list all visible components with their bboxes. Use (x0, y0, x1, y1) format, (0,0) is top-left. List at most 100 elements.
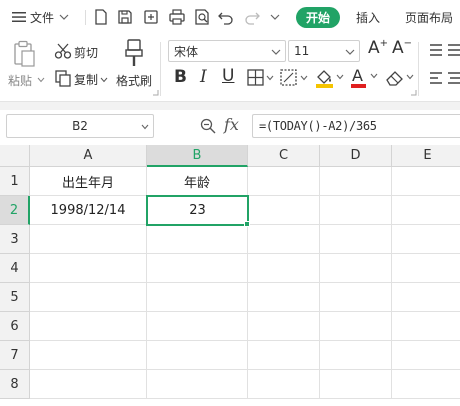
increase-font-size-button[interactable]: A+ (368, 38, 388, 58)
cell-d6[interactable] (320, 312, 392, 341)
align-left-icon[interactable] (428, 70, 460, 88)
cell-d2[interactable] (320, 196, 392, 225)
zoom-search-icon[interactable] (199, 117, 217, 135)
bold-button[interactable]: B (174, 67, 187, 87)
underline-button[interactable]: U (222, 66, 234, 86)
italic-button[interactable]: I (200, 67, 207, 87)
row-header-6[interactable]: 6 (0, 312, 30, 341)
borders-button[interactable] (247, 69, 275, 87)
column-header-b[interactable]: B (147, 145, 248, 167)
row-header-5[interactable]: 5 (0, 283, 30, 312)
format-painter-button[interactable]: 格式刷 (116, 72, 152, 89)
align-top-icon[interactable] (428, 42, 460, 60)
fill-color-button[interactable] (314, 67, 346, 89)
cell-d4[interactable] (320, 254, 392, 283)
cell-c8[interactable] (248, 370, 320, 399)
row-header-3[interactable]: 3 (0, 225, 30, 254)
cell-e2[interactable] (392, 196, 460, 225)
cell-e7[interactable] (392, 341, 460, 370)
cell-b6[interactable] (147, 312, 248, 341)
cell-e3[interactable] (392, 225, 460, 254)
cell-d8[interactable] (320, 370, 392, 399)
cell-d7[interactable] (320, 341, 392, 370)
select-all-corner[interactable] (0, 145, 30, 167)
cell-a1[interactable]: 出生年月 (30, 167, 147, 196)
save-icon[interactable] (116, 8, 134, 26)
cell-b4[interactable] (147, 254, 248, 283)
cell-d5[interactable] (320, 283, 392, 312)
cell-c7[interactable] (248, 341, 320, 370)
column-header-d[interactable]: D (320, 145, 392, 167)
copy-icon[interactable] (54, 69, 72, 87)
cell-b7[interactable] (147, 341, 248, 370)
column-header-e[interactable]: E (392, 145, 460, 167)
cell-e4[interactable] (392, 254, 460, 283)
paste-icon[interactable] (12, 40, 38, 68)
print-icon[interactable] (168, 8, 186, 26)
new-document-icon[interactable] (92, 8, 110, 26)
cell-e6[interactable] (392, 312, 460, 341)
cell-a8[interactable] (30, 370, 147, 399)
cell-e8[interactable] (392, 370, 460, 399)
font-color-button[interactable]: A (350, 66, 382, 90)
paste-button[interactable]: 粘贴 (8, 72, 32, 89)
cell-a7[interactable] (30, 341, 147, 370)
export-pdf-icon[interactable] (142, 8, 160, 26)
print-preview-icon[interactable] (193, 8, 211, 26)
file-menu[interactable]: 文件 (12, 0, 69, 34)
undo-icon[interactable] (217, 8, 235, 26)
cell-a4[interactable] (30, 254, 147, 283)
cell-c4[interactable] (248, 254, 320, 283)
quick-access-dropdown-icon[interactable] (266, 8, 284, 26)
cut-button[interactable]: 剪切 (74, 44, 98, 61)
font-name-select[interactable]: 宋体 (168, 40, 286, 62)
row-header-4[interactable]: 4 (0, 254, 30, 283)
cell-c5[interactable] (248, 283, 320, 312)
name-box[interactable]: B2 (6, 114, 154, 138)
font-color-swatch (351, 84, 366, 88)
cell-a3[interactable] (30, 225, 147, 254)
column-header-a[interactable]: A (30, 145, 147, 167)
copy-button[interactable]: 复制 (74, 71, 98, 88)
font-size-select[interactable]: 11 (288, 40, 360, 62)
redo-icon[interactable] (243, 8, 261, 26)
cell-a2[interactable]: 1998/12/14 (30, 196, 147, 225)
cell-c2[interactable] (248, 196, 320, 225)
cell-c3[interactable] (248, 225, 320, 254)
cell-b3[interactable] (147, 225, 248, 254)
cell-b2-active[interactable]: 23 (146, 195, 249, 226)
font-group-expand-icon[interactable] (411, 90, 417, 96)
scissors-icon[interactable] (54, 42, 72, 60)
tab-insert[interactable]: 插入 (356, 0, 380, 34)
cell-d3[interactable] (320, 225, 392, 254)
cell-a6[interactable] (30, 312, 147, 341)
cell-c6[interactable] (248, 312, 320, 341)
cell-b1[interactable]: 年龄 (147, 167, 248, 196)
insert-function-button[interactable]: fx (224, 115, 239, 134)
tab-page-layout[interactable]: 页面布局 (405, 0, 453, 34)
cell-a5[interactable] (30, 283, 147, 312)
cell-b5[interactable] (147, 283, 248, 312)
format-painter-icon[interactable] (122, 38, 146, 68)
file-menu-label: 文件 (30, 10, 55, 25)
fill-pattern-button[interactable] (280, 69, 310, 87)
paste-dropdown-icon[interactable] (37, 76, 45, 84)
copy-dropdown-icon[interactable] (100, 76, 108, 84)
decrease-font-size-button[interactable]: A− (392, 38, 412, 58)
row-header-8[interactable]: 8 (0, 370, 30, 399)
clear-format-button[interactable] (384, 68, 418, 88)
cell-d1[interactable] (320, 167, 392, 196)
cell-e5[interactable] (392, 283, 460, 312)
fill-handle[interactable] (244, 221, 250, 227)
column-header-c[interactable]: C (248, 145, 320, 167)
tab-home[interactable]: 开始 (296, 7, 340, 28)
cell-c1[interactable] (248, 167, 320, 196)
row-header-7[interactable]: 7 (0, 341, 30, 370)
row-header-2[interactable]: 2 (0, 196, 30, 225)
cell-e1[interactable] (392, 167, 460, 196)
formula-input[interactable]: =(TODAY()-A2)/365 (252, 114, 460, 138)
row-header-1[interactable]: 1 (0, 167, 30, 196)
cell-b8[interactable] (147, 370, 248, 399)
clipboard-group-expand-icon[interactable] (153, 90, 159, 96)
shrink-font-glyph: A (392, 38, 404, 58)
